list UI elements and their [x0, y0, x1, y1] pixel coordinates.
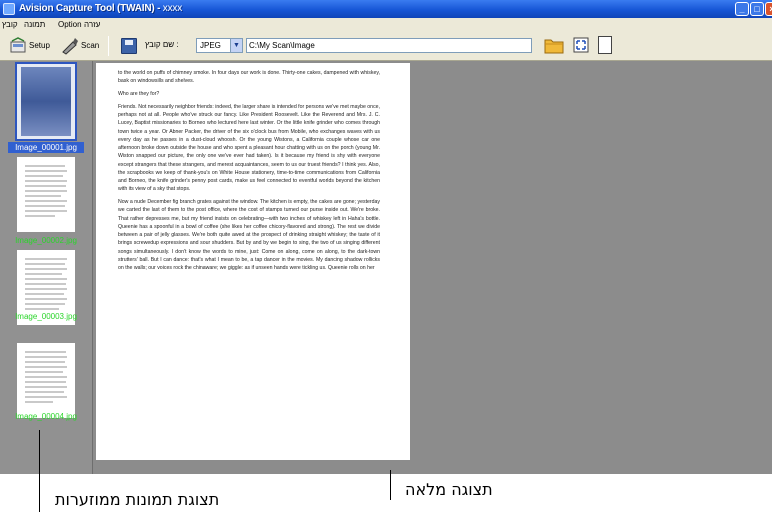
setup-icon	[9, 37, 27, 55]
app-window: Avision Capture Tool (TWAIN) - xxxx _ □ …	[0, 0, 772, 474]
fit-window-icon[interactable]	[572, 36, 590, 54]
window-title-main: Avision Capture Tool (TWAIN) -	[19, 3, 163, 14]
callout-line-thumbnails	[39, 430, 40, 512]
window-title: Avision Capture Tool (TWAIN) - xxxx	[19, 0, 182, 18]
document-text: to the world on puffs of chimney smoke. …	[118, 69, 380, 457]
title-bar[interactable]: Avision Capture Tool (TWAIN) - xxxx _ □ …	[0, 0, 772, 18]
menu-bar: קובץ תמונה Option עזרה	[0, 18, 772, 31]
full-page-icon[interactable]	[598, 36, 612, 54]
menu-item-image[interactable]: תמונה	[24, 18, 45, 31]
app-icon	[3, 3, 15, 15]
document-paragraph: Now a nude December fig branch grates ag…	[118, 199, 380, 271]
document-paragraph: Friends. Not necessarily neighbor friend…	[118, 103, 380, 193]
save-icon[interactable]	[121, 38, 137, 54]
thumbnail-label[interactable]: Image_00004.jpg	[8, 411, 84, 422]
document-page: to the world on puffs of chimney smoke. …	[96, 63, 410, 460]
thumbnail-panel[interactable]: Image_00001.jpg Image_00002.jpg Image_00…	[0, 61, 93, 474]
folder-icon[interactable]	[544, 36, 564, 54]
document-paragraph: Who are they for?	[118, 91, 160, 97]
thumbnail-1[interactable]	[15, 62, 77, 141]
minimize-icon[interactable]: _	[735, 2, 749, 16]
scan-label: Scan	[81, 41, 100, 50]
menu-item-option[interactable]: Option	[58, 18, 82, 31]
thumbnail-label[interactable]: Image_00003.jpg	[8, 311, 84, 322]
filename-label: שם קובץ :	[145, 40, 179, 49]
path-input[interactable]: C:\My Scan\Image	[246, 38, 532, 53]
thumbnail-4[interactable]	[17, 343, 75, 418]
scan-button[interactable]: Scan	[61, 36, 101, 56]
window-title-suffix: xxxx	[162, 3, 182, 14]
document-paragraph: to the world on puffs of chimney smoke. …	[118, 70, 380, 85]
thumbnail-image	[21, 67, 71, 136]
thumbnail-2[interactable]	[17, 157, 75, 232]
thumbnail-label[interactable]: Image_00001.jpg	[8, 142, 84, 153]
scan-icon	[61, 37, 79, 55]
menu-item-help[interactable]: עזרה	[84, 18, 100, 31]
close-icon[interactable]: ×	[765, 2, 772, 16]
maximize-icon[interactable]: □	[750, 2, 764, 16]
callout-line-full-view	[390, 470, 391, 500]
setup-label: Setup	[29, 41, 50, 50]
setup-button[interactable]: Setup	[9, 36, 59, 56]
menu-item-file[interactable]: קובץ	[2, 18, 18, 31]
toolbar-separator	[108, 36, 109, 56]
callout-full-view: תצוגה מלאה	[405, 480, 493, 499]
callout-thumbnail-view: תצוגת תמונות ממוזערות	[55, 490, 220, 509]
thumbnail-label[interactable]: Image_00002.jpg	[8, 235, 84, 246]
full-view-panel[interactable]: to the world on puffs of chimney smoke. …	[94, 61, 772, 474]
dropdown-arrow-icon[interactable]: ▼	[230, 39, 242, 52]
annotation-area: תצוגת תמונות ממוזערות תצוגה מלאה	[0, 430, 772, 516]
